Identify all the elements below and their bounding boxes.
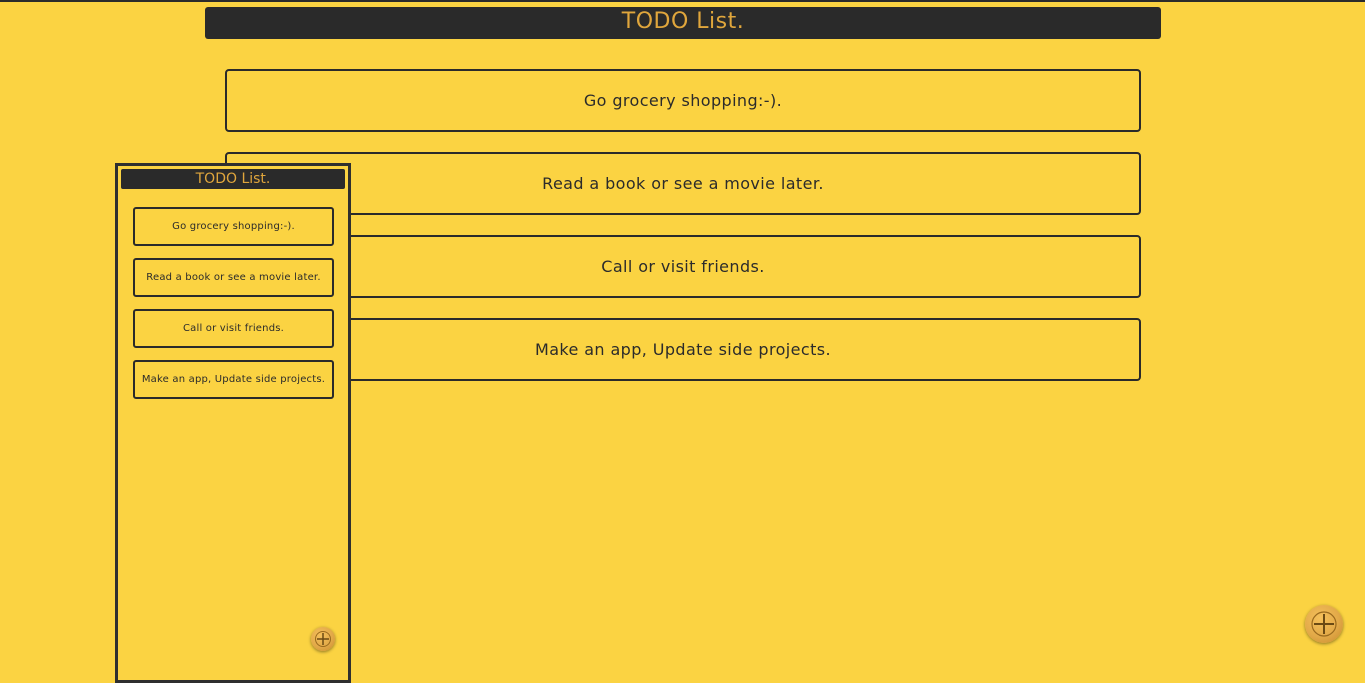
preview-todo-item-text: Read a book or see a movie later.	[146, 272, 321, 283]
preview-todo-list: Go grocery shopping:-). Read a book or s…	[133, 207, 334, 411]
preview-header: TODO List.	[121, 169, 345, 189]
todo-list: Go grocery shopping:-). Read a book or s…	[225, 69, 1141, 401]
preview-todo-item[interactable]: Make an app, Update side projects.	[133, 360, 334, 399]
preview-todo-item-text: Go grocery shopping:-).	[172, 221, 295, 232]
preview-todo-item[interactable]: Call or visit friends.	[133, 309, 334, 348]
todo-item-text: Read a book or see a movie later.	[542, 174, 824, 193]
todo-item-text: Call or visit friends.	[601, 257, 765, 276]
preview-title: TODO List.	[195, 170, 271, 187]
mobile-preview-panel: TODO List. Go grocery shopping:-). Read …	[115, 163, 351, 683]
todo-item-text: Make an app, Update side projects.	[534, 340, 831, 359]
preview-todo-item-text: Make an app, Update side projects.	[141, 374, 326, 385]
preview-todo-item-text: Call or visit friends.	[182, 323, 285, 334]
page-title: TODO List.	[621, 9, 745, 34]
top-border	[0, 0, 1365, 2]
todo-item-text: Go grocery shopping:-).	[583, 91, 783, 110]
add-todo-button[interactable]	[1305, 605, 1343, 643]
preview-todo-item[interactable]: Read a book or see a movie later.	[133, 258, 334, 297]
todo-item[interactable]: Go grocery shopping:-).	[225, 69, 1141, 132]
plus-icon	[315, 631, 331, 647]
plus-icon	[1311, 611, 1337, 637]
app-header: TODO List.	[205, 7, 1161, 39]
preview-add-button[interactable]	[311, 627, 335, 651]
todo-item[interactable]: Read a book or see a movie later.	[225, 152, 1141, 215]
todo-item[interactable]: Make an app, Update side projects.	[225, 318, 1141, 381]
preview-todo-item[interactable]: Go grocery shopping:-).	[133, 207, 334, 246]
todo-item[interactable]: Call or visit friends.	[225, 235, 1141, 298]
